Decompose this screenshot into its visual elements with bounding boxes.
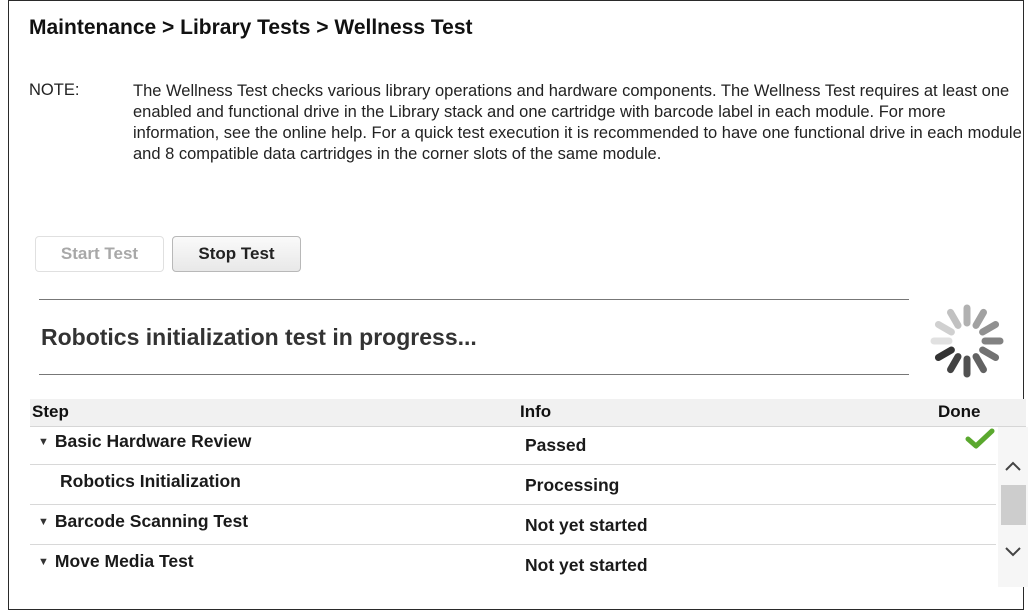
step-cell: Robotics Initialization xyxy=(60,471,241,492)
step-info: Passed xyxy=(525,435,587,455)
column-header-info: Info xyxy=(520,402,552,421)
spinner-icon xyxy=(930,304,1004,378)
table-header: Step Info Done xyxy=(30,399,1026,427)
step-info: Processing xyxy=(525,475,620,495)
step-cell: ▼ Barcode Scanning Test xyxy=(38,511,248,532)
scroll-up-icon[interactable] xyxy=(998,451,1028,481)
column-header-done: Done xyxy=(938,402,981,421)
table-row[interactable]: ▼ Move Media Test Not yet started xyxy=(30,546,996,585)
page-title: Maintenance > Library Tests > Wellness T… xyxy=(29,16,473,39)
start-test-button[interactable]: Start Test xyxy=(35,236,164,272)
scrollbar-thumb[interactable] xyxy=(1001,485,1026,525)
table-scrollbar[interactable] xyxy=(998,427,1028,587)
table-row[interactable]: ▼ Barcode Scanning Test Not yet started xyxy=(30,506,996,545)
note-label: NOTE: xyxy=(29,81,80,99)
scroll-down-icon[interactable] xyxy=(998,537,1028,567)
step-info: Not yet started xyxy=(525,555,648,575)
steps-table: Step Info Done ▼ Basic Hardware Review P… xyxy=(30,399,1028,589)
expand-triangle-icon[interactable]: ▼ xyxy=(38,436,49,448)
step-cell: ▼ Basic Hardware Review xyxy=(38,431,251,452)
step-info: Not yet started xyxy=(525,515,648,535)
column-header-step: Step xyxy=(32,402,69,421)
step-cell: ▼ Move Media Test xyxy=(38,551,194,572)
step-name: Robotics Initialization xyxy=(60,471,241,491)
wellness-test-panel: Maintenance > Library Tests > Wellness T… xyxy=(8,0,1028,610)
divider-bottom xyxy=(39,374,909,375)
check-icon xyxy=(965,428,995,449)
divider-top xyxy=(39,299,909,300)
expand-triangle-icon[interactable]: ▼ xyxy=(38,516,49,528)
expand-triangle-icon[interactable]: ▼ xyxy=(38,556,49,568)
progress-status-text: Robotics initialization test in progress… xyxy=(41,324,477,350)
table-row[interactable]: ▼ Basic Hardware Review Passed xyxy=(30,426,996,465)
note-text: The Wellness Test checks various library… xyxy=(133,82,1022,163)
step-name: Barcode Scanning Test xyxy=(54,511,249,531)
step-name: Basic Hardware Review xyxy=(54,431,252,451)
step-name: Move Media Test xyxy=(54,551,194,571)
table-row[interactable]: Robotics Initialization Processing xyxy=(30,466,996,505)
stop-test-button[interactable]: Stop Test xyxy=(172,236,301,272)
